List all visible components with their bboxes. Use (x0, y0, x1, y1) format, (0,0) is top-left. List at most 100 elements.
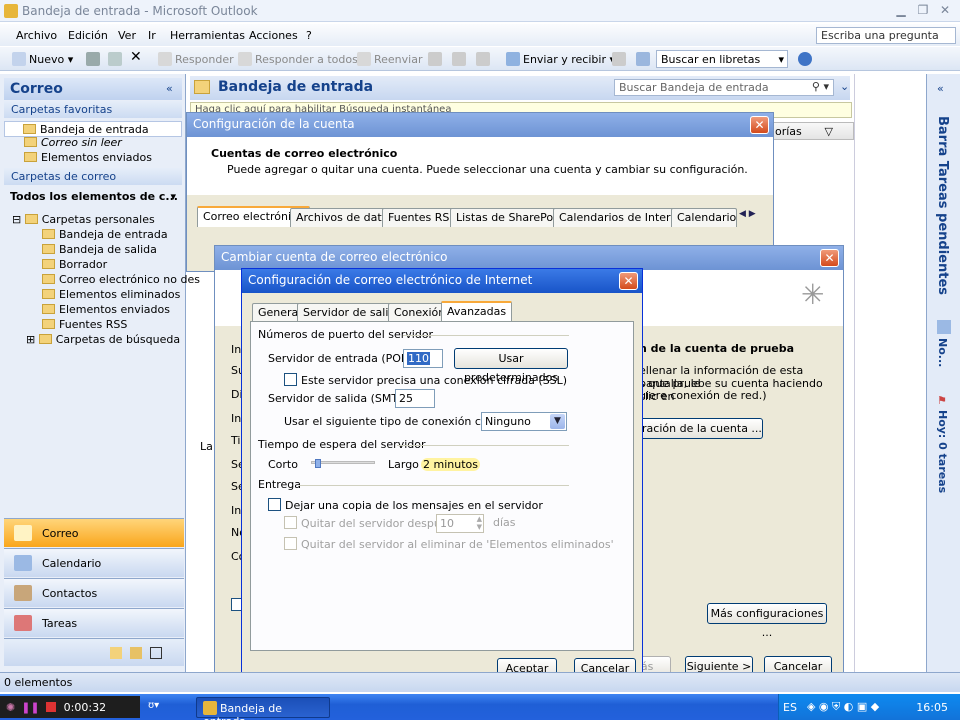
more-settings-button[interactable]: Más configuraciones ... (707, 603, 827, 639)
reply-all-icon (238, 52, 252, 66)
categorize-icon[interactable] (428, 52, 445, 66)
delete-icon[interactable]: ✕ (130, 49, 142, 65)
help-icon[interactable] (798, 52, 815, 66)
menu-help[interactable]: ? (306, 29, 312, 42)
remove-on-delete-checkbox-box[interactable] (284, 537, 297, 550)
encryption-select[interactable]: Ninguno ▼ (481, 412, 567, 431)
ask-question-input[interactable]: Escriba una pregunta (816, 27, 956, 44)
days-stepper[interactable]: 10 ▲ ▼ (436, 514, 484, 533)
pause-icon[interactable]: ❚❚ (21, 701, 39, 714)
ssl-checkbox-box[interactable] (284, 373, 297, 386)
close-icon[interactable]: ✕ (619, 272, 638, 290)
close-icon[interactable]: ✕ (750, 116, 769, 134)
forward-button[interactable]: Reenviar (357, 52, 423, 66)
search-inbox-input[interactable]: Buscar Bandeja de entrada ⚲ ▾ (614, 79, 834, 96)
recorder-time: 0:00:32 (63, 700, 107, 714)
incoming-port-input[interactable]: 110 (403, 349, 443, 368)
search-icon[interactable]: ⚲ ▾ (812, 80, 829, 93)
timeout-short-label: Corto (268, 458, 298, 471)
menu-ir[interactable]: Ir (148, 29, 156, 42)
window-title: Bandeja de entrada - Microsoft Outlook (22, 4, 258, 18)
shortcuts-icon[interactable] (150, 647, 162, 659)
folder-drafts[interactable]: Borrador (42, 258, 107, 271)
categories-column-header[interactable]: orías ▽ (772, 122, 854, 140)
all-items-dropdown[interactable]: Todos los elementos de c... ▾ (4, 190, 182, 203)
move-icon[interactable] (108, 52, 125, 66)
dialog-title: Cambiar cuenta de correo electrónico (215, 246, 843, 270)
favorite-unread[interactable]: Correo sin leer (24, 136, 122, 149)
reply-all-button[interactable]: Responder a todos (238, 52, 358, 66)
nav-contacts-button[interactable]: Contactos (4, 578, 184, 607)
language-indicator[interactable]: ES (783, 701, 797, 714)
todo-bar-title: Barra Tareas pendientes (935, 116, 950, 296)
personal-folders[interactable]: ⊟ Carpetas personales (12, 213, 155, 226)
nav-calendar-button[interactable]: Calendario (4, 548, 184, 577)
stop-icon[interactable] (45, 702, 56, 712)
send-receive-button[interactable]: Enviar y recibir ▾ (506, 52, 615, 66)
use-defaults-button[interactable]: Usar predeterminados (454, 348, 568, 384)
favorite-sent[interactable]: Elementos enviados (24, 151, 152, 164)
outgoing-port-input[interactable]: 25 (395, 389, 435, 408)
timeout-value: 2 minutos (421, 458, 480, 471)
address-book-icon[interactable] (612, 52, 629, 66)
remove-after-checkbox-box[interactable] (284, 516, 297, 529)
remove-after-checkbox[interactable]: Quitar del servidor después (284, 516, 453, 530)
dialog-title: Configuración de correo electrónico de I… (242, 269, 642, 293)
taskbar-item-outlook[interactable]: Bandeja de entrada -... (196, 697, 330, 720)
folder-junk[interactable]: Correo electrónico no des (42, 273, 200, 286)
maximize-icon[interactable]: ❐ (912, 3, 934, 19)
close-icon[interactable]: ✕ (934, 3, 956, 19)
internet-email-settings-dialog: Configuración de correo electrónico de I… (241, 268, 643, 684)
screen-recorder-bar: ✺ ❚❚ 0:00:32 (0, 696, 140, 718)
tab-scroll-arrows[interactable]: ◀ ▶ (739, 209, 756, 219)
nav-tasks-button[interactable]: Tareas (4, 608, 184, 637)
flag-icon[interactable] (452, 52, 469, 66)
ssl-checkbox[interactable]: Este servidor precisa una conexión cifra… (284, 373, 567, 387)
expand-icon[interactable]: « (937, 82, 944, 95)
menu-edicion[interactable]: Edición (68, 29, 108, 42)
folder-outbox[interactable]: Bandeja de salida (42, 243, 157, 256)
favorites-header[interactable]: Carpetas favoritas (4, 101, 182, 118)
test-account-button[interactable]: guración de la cuenta ... (627, 418, 763, 439)
minimize-icon[interactable]: ▁ (890, 3, 912, 19)
expand-search-icon[interactable]: ⌄ (840, 80, 849, 93)
collapse-icon[interactable]: « (166, 82, 173, 95)
mail-icon (14, 525, 32, 541)
favorite-inbox[interactable]: Bandeja de entrada (4, 121, 182, 137)
nav-mail-button[interactable]: Correo (4, 518, 184, 547)
print-icon[interactable] (86, 52, 103, 66)
chevron-down-icon[interactable]: ▼ (550, 414, 565, 429)
notes-icon[interactable] (110, 647, 122, 659)
menu-ver[interactable]: Ver (118, 29, 136, 42)
quick-launch-icon[interactable]: ʊ▾ (148, 700, 159, 711)
close-icon[interactable]: ✕ (820, 249, 839, 267)
leave-copy-checkbox-box[interactable] (268, 498, 281, 511)
filter-icon[interactable] (476, 52, 493, 66)
folder-deleted[interactable]: Elementos eliminados (42, 288, 180, 301)
tray-icons[interactable]: ◈ ◉ ⛨ ◐ ▣ ◆ (807, 700, 879, 714)
new-button[interactable]: Nuevo ▾ (12, 52, 73, 66)
search-folders[interactable]: ⊞ Carpetas de búsqueda (26, 333, 180, 346)
search-address-book-input[interactable]: Buscar en libretas ▾ (656, 50, 788, 68)
nav-title: Correo (4, 78, 182, 100)
todo-bar: « Barra Tareas pendientes No... ⚑ Hoy: 0… (926, 74, 960, 672)
tab-advanced[interactable]: Avanzadas (441, 301, 513, 322)
folder-sent[interactable]: Elementos enviados (42, 303, 170, 316)
menu-acciones[interactable]: Acciones (249, 29, 298, 42)
menu-archivo[interactable]: Archivo (16, 29, 57, 42)
folder-list-icon[interactable] (130, 647, 142, 659)
slider-thumb[interactable] (314, 459, 321, 468)
timeout-slider[interactable] (311, 459, 375, 468)
stepper-arrows-icon[interactable]: ▲ ▼ (477, 515, 482, 531)
mail-folders-header[interactable]: Carpetas de correo (4, 168, 182, 185)
menu-herramientas[interactable]: Herramientas (170, 29, 245, 42)
remove-on-delete-checkbox[interactable]: Quitar del servidor al eliminar de 'Elem… (284, 537, 614, 551)
chevron-down-icon: ▾ (170, 190, 176, 203)
address-book-icon-2[interactable] (636, 52, 653, 66)
group-divider (403, 335, 569, 336)
folder-inbox[interactable]: Bandeja de entrada (42, 228, 168, 241)
leave-copy-checkbox[interactable]: Dejar una copia de los mensajes en el se… (268, 498, 543, 512)
folder-rss[interactable]: Fuentes RSS (42, 318, 127, 331)
tab-published-calendars[interactable]: Calendarios p (671, 208, 737, 227)
reply-button[interactable]: Responder (158, 52, 234, 66)
